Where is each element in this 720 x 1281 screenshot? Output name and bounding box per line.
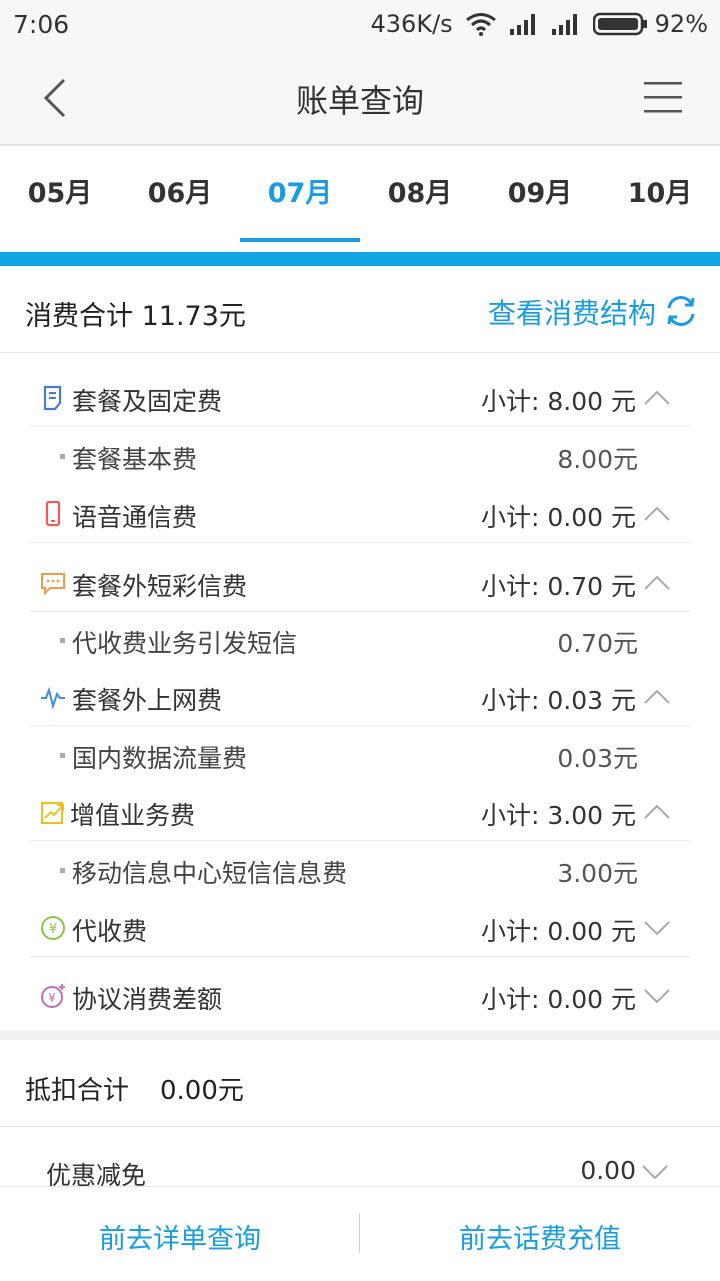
chevron-down-icon[interactable] — [640, 1160, 670, 1184]
category-row-collection[interactable]: ¥ 代收费 小计: 0.00 元 — [30, 900, 690, 957]
deduction-amount: 0.00元 — [160, 1076, 244, 1106]
line-item-row: 国内数据流量费 0.03元 — [30, 727, 690, 783]
category-subtotal: 小计: 8.00 元 — [481, 387, 636, 416]
tab-month-09[interactable]: 09月 — [480, 146, 600, 242]
category-subtotal: 小计: 0.00 元 — [481, 503, 636, 532]
accent-band — [0, 252, 720, 266]
trend-icon — [41, 802, 64, 824]
category-subtotal: 小计: 0.00 元 — [481, 985, 636, 1014]
chevron-up-icon[interactable] — [642, 502, 672, 526]
discount-amount: 0.00 — [580, 1156, 636, 1185]
category-subtotal: 小计: 0.03 元 — [481, 686, 636, 715]
chevron-up-icon[interactable] — [642, 386, 672, 410]
category-label: 套餐及固定费 — [72, 387, 223, 416]
recharge-button[interactable]: 前去话费充值 — [360, 1217, 720, 1256]
category-row-value-added[interactable]: 增值业务费 小计: 3.00 元 — [30, 784, 690, 841]
refresh-icon[interactable] — [664, 294, 698, 328]
category-label: 协议消费差额 — [72, 985, 223, 1014]
consumption-total-row: 消费合计 11.73元 查看消费结构 — [0, 266, 720, 353]
line-item-amount: 0.03元 — [557, 744, 638, 773]
deduction-total-row: 抵扣合计 0.00元 — [0, 1040, 720, 1127]
line-item-amount: 0.70元 — [557, 629, 638, 658]
menu-icon[interactable] — [640, 78, 686, 118]
pulse-icon — [41, 686, 65, 710]
line-item-label: 移动信息中心短信信息费 — [72, 859, 348, 888]
category-row-agreement[interactable]: ¥ 协议消费差额 小计: 0.00 元 — [30, 968, 690, 1024]
category-row-sms[interactable]: 套餐外短彩信费 小计: 0.70 元 — [30, 555, 690, 612]
signal-icon — [509, 14, 535, 35]
line-item-row: 套餐基本费 8.00元 — [30, 428, 690, 484]
bottom-action-bar: 前去详单查询 前去话费充值 — [0, 1186, 720, 1281]
consumption-total: 消费合计 11.73元 — [25, 301, 246, 332]
status-indicators: 436K/s 92% — [371, 10, 708, 38]
deduction-label: 抵扣合计 — [25, 1076, 130, 1106]
category-row-package[interactable]: 套餐及固定费 小计: 8.00 元 — [30, 370, 690, 427]
tab-month-07[interactable]: 07月 — [240, 146, 360, 242]
line-item-label: 代收费业务引发短信 — [72, 629, 298, 658]
tab-month-06[interactable]: 06月 — [120, 146, 240, 242]
svg-text:¥: ¥ — [49, 922, 57, 937]
wifi-icon — [465, 13, 496, 36]
category-subtotal: 小计: 3.00 元 — [481, 801, 636, 830]
category-label: 语音通信费 — [72, 503, 198, 532]
yen-circle-icon: ¥ — [41, 916, 65, 940]
category-label: 增值业务费 — [70, 801, 196, 830]
doc-icon — [43, 385, 62, 411]
active-tab-indicator — [240, 238, 360, 242]
line-item-amount: 8.00元 — [557, 445, 638, 474]
tab-month-05[interactable]: 05月 — [0, 146, 120, 242]
battery-level: 92% — [654, 10, 708, 38]
category-label: 套餐外上网费 — [72, 686, 223, 715]
line-item-row: 代收费业务引发短信 0.70元 — [30, 612, 690, 668]
title-bar: 账单查询 — [0, 50, 720, 146]
month-tabs: 05月 06月 07月 08月 09月 10月 — [0, 146, 720, 242]
signal-icon-2 — [551, 14, 577, 35]
page-title: 账单查询 — [295, 82, 424, 120]
network-speed: 436K/s — [370, 10, 453, 38]
battery-icon — [592, 12, 647, 36]
yen-sparkle-icon: ¥ — [41, 984, 65, 1008]
category-row-voice[interactable]: 语音通信费 小计: 0.00 元 — [30, 486, 690, 543]
chevron-up-icon[interactable] — [642, 800, 672, 824]
chevron-down-icon[interactable] — [642, 916, 672, 940]
line-item-label: 国内数据流量费 — [72, 744, 248, 773]
chevron-up-icon[interactable] — [642, 685, 672, 709]
message-icon — [41, 573, 65, 596]
line-item-label: 套餐基本费 — [72, 445, 198, 474]
line-item-amount: 3.00元 — [557, 859, 638, 888]
category-subtotal: 小计: 0.70 元 — [481, 572, 636, 601]
tab-month-10[interactable]: 10月 — [600, 146, 720, 242]
phone-icon — [45, 501, 61, 527]
category-row-data[interactable]: 套餐外上网费 小计: 0.03 元 — [30, 669, 690, 726]
section-divider — [0, 1030, 720, 1040]
status-bar: 7:06 436K/s 92% — [0, 0, 720, 50]
view-structure-link[interactable]: 查看消费结构 — [488, 292, 656, 332]
category-label: 套餐外短彩信费 — [72, 572, 248, 601]
detail-query-button[interactable]: 前去详单查询 — [0, 1217, 360, 1256]
category-subtotal: 小计: 0.00 元 — [481, 917, 636, 946]
line-item-row: 移动信息中心短信信息费 3.00元 — [30, 842, 690, 898]
status-time: 7:06 — [13, 10, 70, 39]
chevron-up-icon[interactable] — [642, 571, 672, 595]
tab-month-08[interactable]: 08月 — [360, 146, 480, 242]
svg-text:¥: ¥ — [48, 991, 56, 1005]
chevron-down-icon[interactable] — [642, 984, 672, 1008]
category-label: 代收费 — [72, 917, 148, 946]
